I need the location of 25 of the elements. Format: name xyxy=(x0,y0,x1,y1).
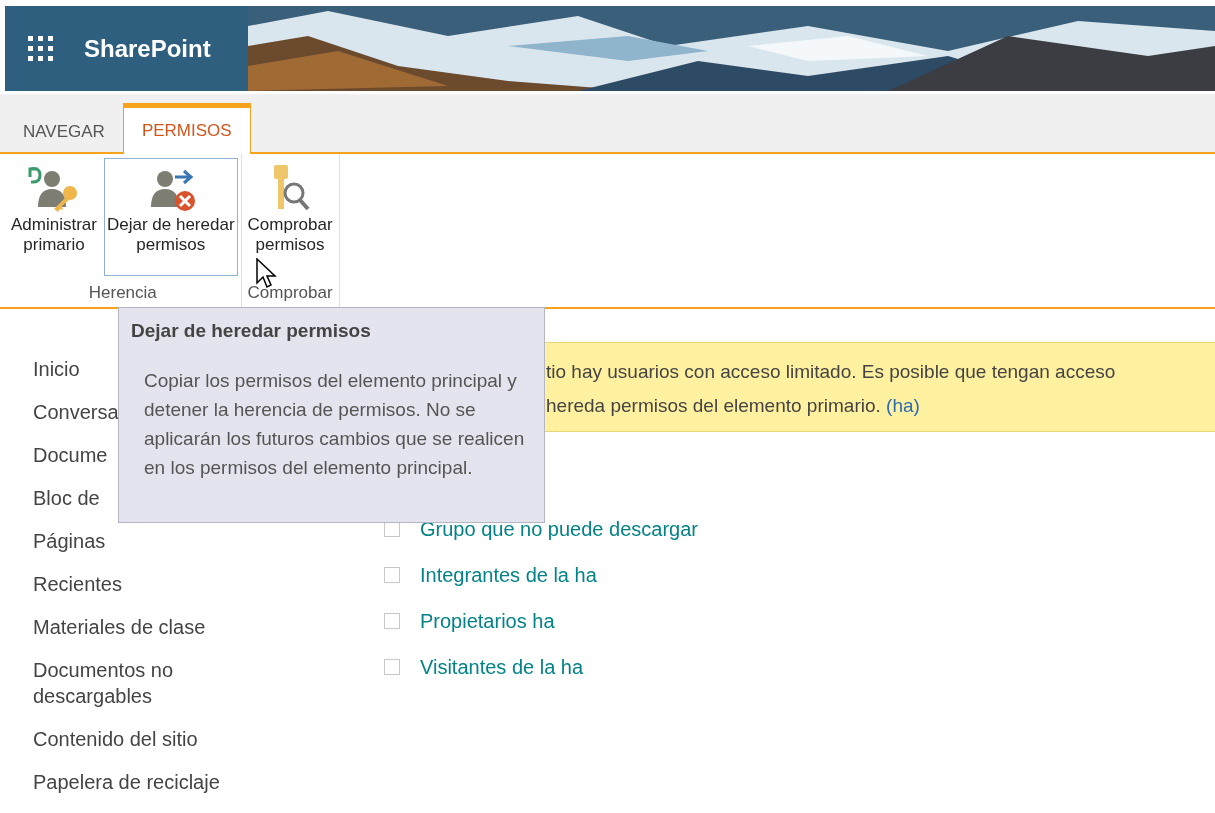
nav-link[interactable]: Recientes xyxy=(33,571,248,597)
ribbon-tab[interactable]: NAVEGAR xyxy=(5,110,123,154)
banner-text: hereda permisos del elemento primario. (ha) xyxy=(546,395,921,417)
nav-link[interactable]: Páginas xyxy=(33,528,248,554)
group-link[interactable]: Propietarios ha xyxy=(420,608,555,634)
checkbox[interactable] xyxy=(384,659,400,675)
group-link[interactable]: Visitantes de la ha xyxy=(420,654,584,680)
banner-link[interactable]: (ha) xyxy=(886,395,920,416)
ribbon-group-label: Comprobar xyxy=(246,283,334,304)
banner-text: tio hay usuarios con acceso limitado. Es posible que tengan acceso xyxy=(546,361,1117,383)
ribbon-tab[interactable]: PERMISOS xyxy=(122,103,251,154)
tooltip-title: Dejar de heredar permisos xyxy=(131,320,372,342)
app-launcher-icon[interactable] xyxy=(28,35,54,62)
group-link[interactable]: Grupo que no puede descargar xyxy=(420,516,698,542)
nav-link[interactable]: Contenido del sitio xyxy=(33,726,248,752)
checkbox[interactable] xyxy=(384,567,400,583)
nav-link[interactable]: Papelera de reciclaje xyxy=(33,769,248,795)
group-link[interactable]: Integrantes de la ha xyxy=(420,562,597,588)
ribbon-button[interactable]: Dejar de heredar permisos xyxy=(103,158,238,276)
tooltip-text: Copiar los permisos del elemento principal y detener la herencia de permisos. No se aplicarán los futuros cambios que se realicen en los permisos del elemento principal. xyxy=(144,369,526,480)
nav-link[interactable]: Documentos no descargables xyxy=(33,657,248,709)
ribbon-group-label: Herencia xyxy=(87,283,158,304)
nav-link[interactable]: Materiales de clase xyxy=(33,614,248,640)
app-name[interactable]: SharePoint xyxy=(84,34,211,63)
checkbox[interactable] xyxy=(384,613,400,629)
